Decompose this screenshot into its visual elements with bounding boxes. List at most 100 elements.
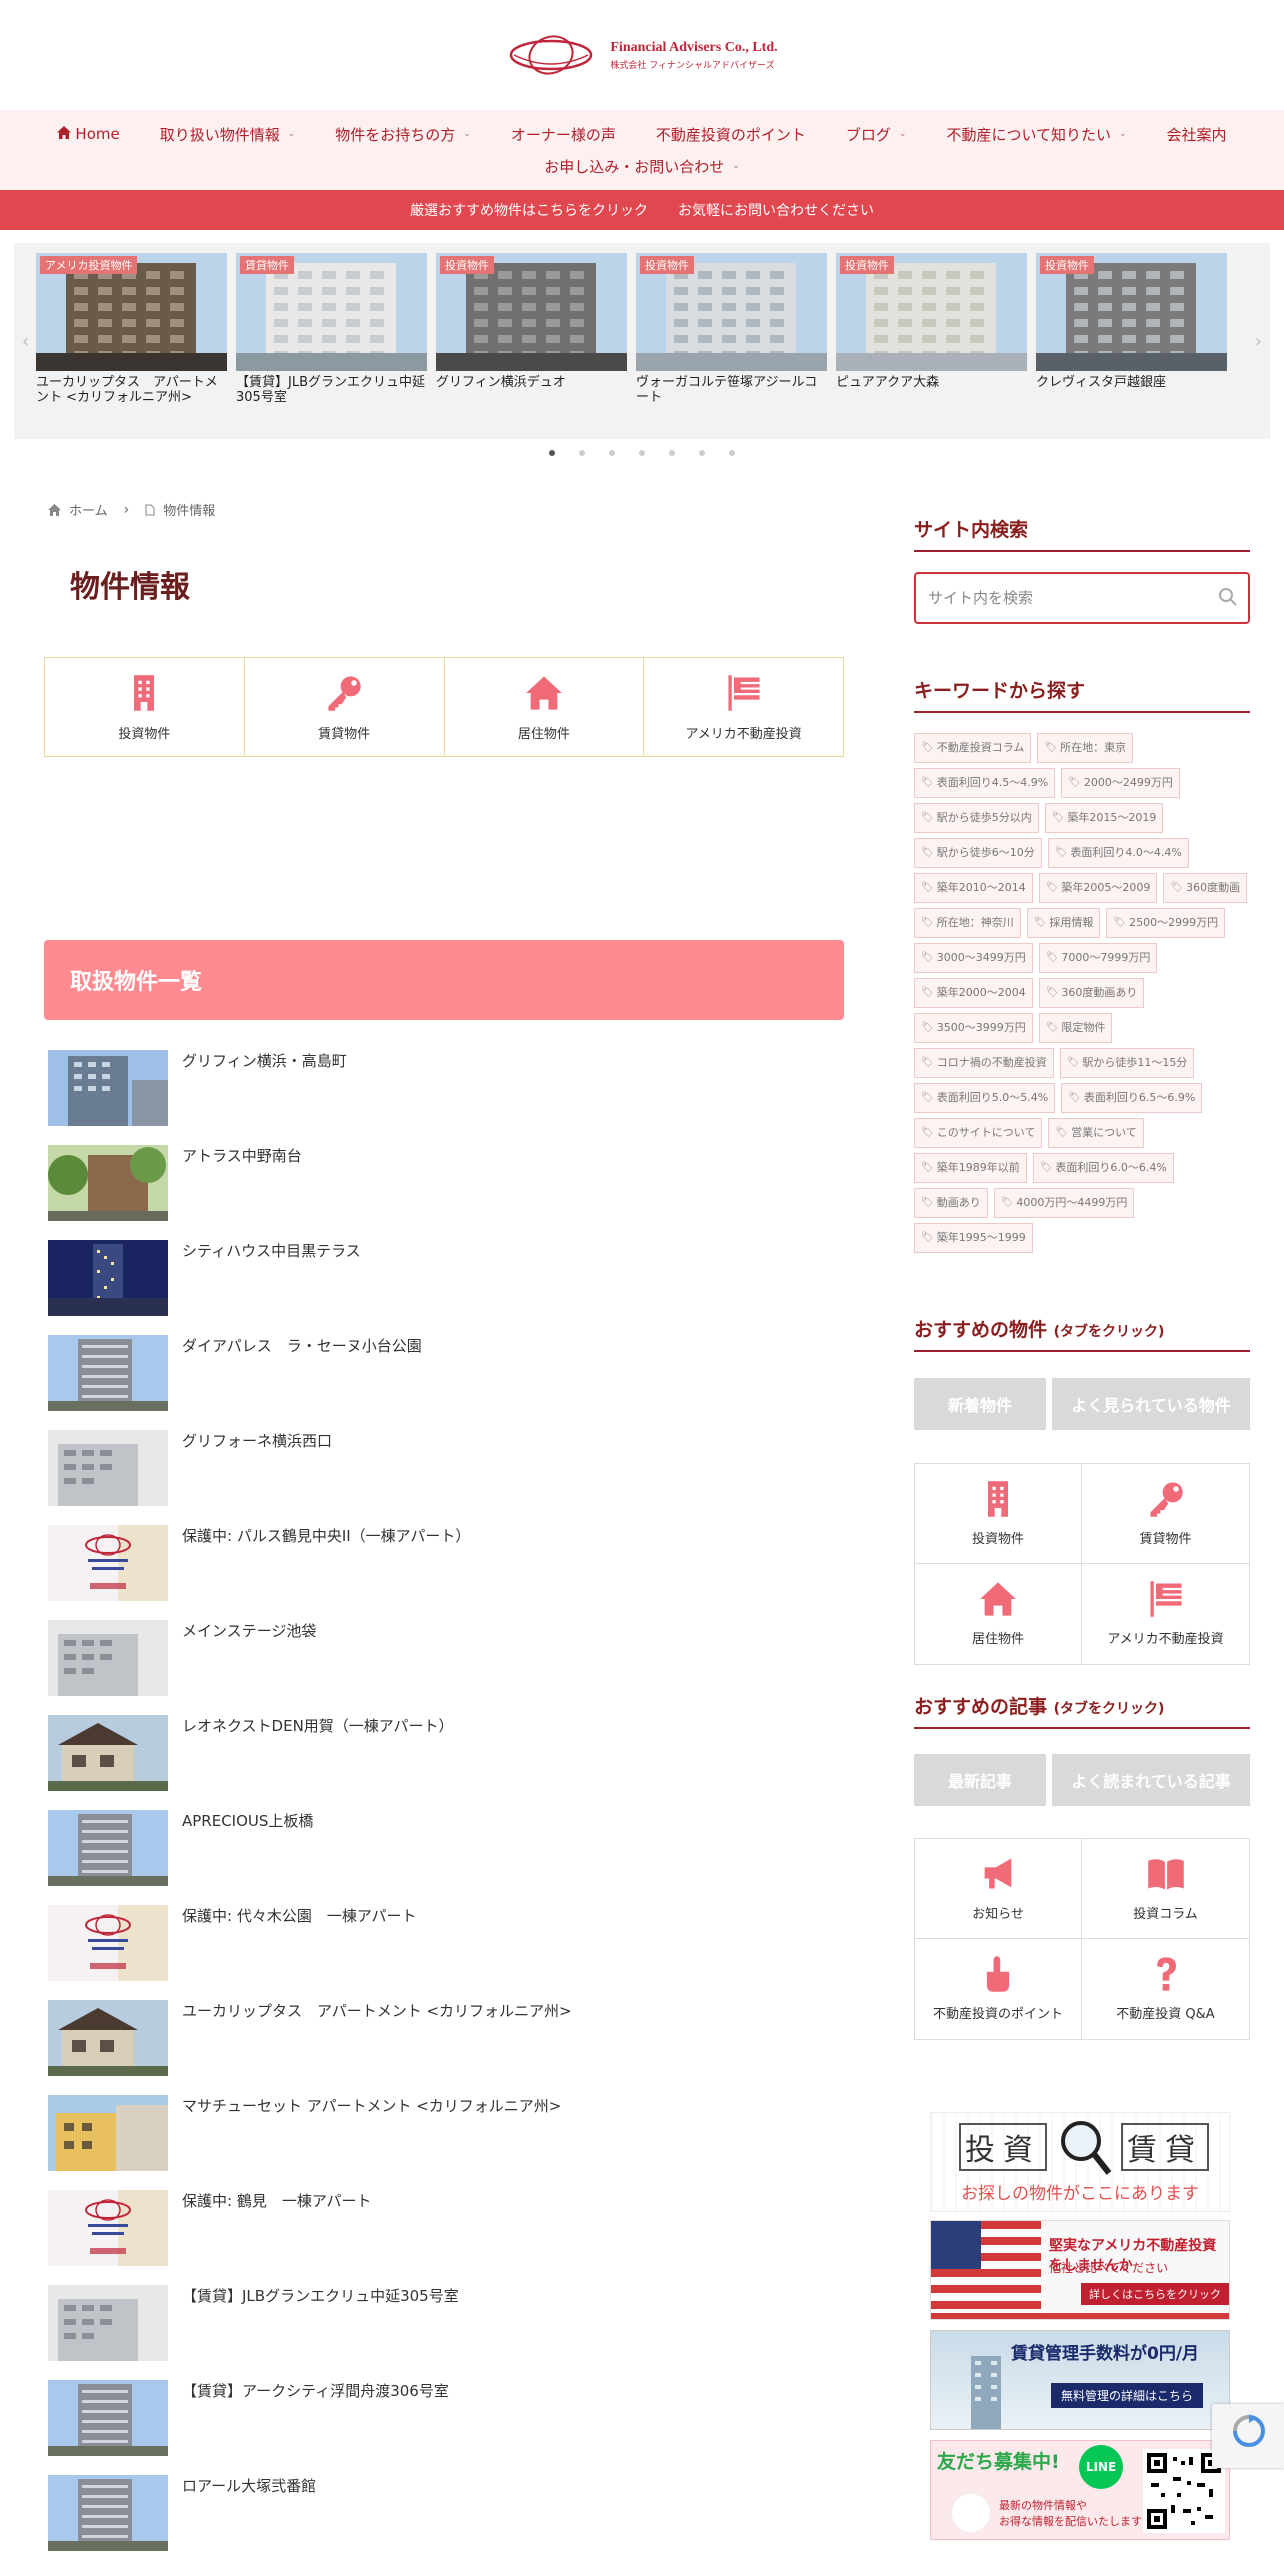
- breadcrumb-home[interactable]: ホーム: [69, 500, 108, 519]
- carousel-item[interactable]: 賃貸物件 【賃貸】JLBグランエクリュ中延305号室: [236, 253, 427, 405]
- grid-link[interactable]: 投資物件: [915, 1464, 1082, 1564]
- property-row[interactable]: アトラス中野南台: [48, 1145, 848, 1240]
- property-name[interactable]: グリフォーネ横浜西口: [182, 1430, 332, 1451]
- keyword-tag[interactable]: 🏷 不動産投資コラム: [914, 733, 1032, 763]
- keyword-tag[interactable]: 🏷 表面利回り6.0～6.4%: [1032, 1153, 1174, 1183]
- property-name[interactable]: アトラス中野南台: [182, 1145, 302, 1166]
- grid-link[interactable]: 投資コラム: [1082, 1839, 1249, 1939]
- tab[interactable]: よく見られている物件: [1052, 1378, 1250, 1430]
- property-row[interactable]: ロアール大塚弐番館: [48, 2475, 848, 2568]
- carousel-dot[interactable]: [639, 450, 645, 456]
- property-row[interactable]: 【賃貸】アークシティ浮間舟渡306号室: [48, 2380, 848, 2475]
- carousel-item-title[interactable]: ピュアアクア大森: [836, 375, 1027, 390]
- property-name[interactable]: 保護中: 鶴見 一棟アパート: [182, 2190, 372, 2211]
- grid-link[interactable]: 不動産投資のポイント: [915, 1939, 1082, 2039]
- property-row[interactable]: メインステージ池袋: [48, 1620, 848, 1715]
- carousel-item[interactable]: 投資物件 ピュアアクア大森: [836, 253, 1027, 390]
- carousel-dot[interactable]: [729, 450, 735, 456]
- carousel-dot[interactable]: [699, 450, 705, 456]
- property-row[interactable]: 保護中: 代々木公園 一棟アパート: [48, 1905, 848, 2000]
- property-thumbnail[interactable]: [48, 1050, 168, 1126]
- property-row[interactable]: 【賃貸】JLBグランエクリュ中延305号室: [48, 2285, 848, 2380]
- carousel-item-image[interactable]: 投資物件: [436, 253, 627, 371]
- carousel-item[interactable]: 投資物件クレヴィスタ戸越銀座: [1036, 253, 1227, 390]
- search-input[interactable]: [928, 589, 1208, 607]
- keyword-tag[interactable]: 🏷 7000～7999万円: [1038, 943, 1158, 973]
- banner-invest-rent[interactable]: 投資 賃貸 お探しの物件がここにあります: [930, 2112, 1230, 2212]
- keyword-tag[interactable]: 🏷 表面利回り4.5～4.9%: [914, 768, 1056, 798]
- notice-link-recommended[interactable]: 厳選おすすめ物件はこちらをクリック: [410, 200, 648, 220]
- property-name[interactable]: メインステージ池袋: [182, 1620, 316, 1641]
- keyword-tag[interactable]: 🏷 2000～2499万円: [1061, 768, 1180, 798]
- search-icon[interactable]: [1218, 587, 1238, 607]
- carousel-dot[interactable]: [579, 450, 585, 456]
- property-row[interactable]: レオネクストDEN用賀（一棟アパート）: [48, 1715, 848, 1810]
- grid-link[interactable]: 不動産投資 Q&A: [1082, 1939, 1249, 2039]
- banner-free-management[interactable]: 賃貸管理手数料が0円/月 無料管理の詳細はこちら: [930, 2330, 1230, 2430]
- grid-link[interactable]: 居住物件: [915, 1564, 1082, 1664]
- property-name[interactable]: ダイアパレス ラ・セーヌ小台公園: [182, 1335, 422, 1356]
- property-thumbnail[interactable]: [48, 1335, 168, 1411]
- category-0[interactable]: 投資物件: [45, 658, 245, 756]
- property-thumbnail[interactable]: [48, 2095, 168, 2171]
- property-thumbnail[interactable]: [48, 1905, 168, 1981]
- property-name[interactable]: マサチューセット アパートメント <カリフォルニア州>: [182, 2095, 561, 2116]
- tab[interactable]: 最新記事: [914, 1754, 1046, 1806]
- tab[interactable]: 新着物件: [914, 1378, 1046, 1430]
- property-row[interactable]: ユーカリップタス アパートメント <カリフォルニア州>: [48, 2000, 848, 2095]
- grid-link[interactable]: お知らせ: [915, 1839, 1082, 1939]
- property-name[interactable]: ロアール大塚弐番館: [182, 2475, 316, 2496]
- carousel-item-image[interactable]: 投資物件: [636, 253, 827, 371]
- banner-us-investment[interactable]: 堅実なアメリカ不動産投資をしませんか 他社と比べてください 詳しくはこちらをクリ…: [930, 2220, 1230, 2320]
- keyword-tag[interactable]: 🏷 駅から徒歩5分以内: [914, 803, 1039, 833]
- keyword-tag[interactable]: 🏷 360度動画: [1163, 873, 1248, 903]
- keyword-tag[interactable]: 🏷 所在地：神奈川: [914, 908, 1021, 938]
- nav-item-row1-4[interactable]: 不動産投資のポイント: [656, 124, 806, 145]
- property-thumbnail[interactable]: [48, 2190, 168, 2266]
- grid-link[interactable]: 賃貸物件: [1082, 1464, 1249, 1564]
- property-thumbnail[interactable]: [48, 1715, 168, 1791]
- keyword-tag[interactable]: 🏷 駅から徒歩11～15分: [1059, 1048, 1195, 1078]
- nav-item-row1-0[interactable]: Home: [57, 125, 120, 143]
- carousel-dot[interactable]: [549, 450, 555, 456]
- property-name[interactable]: シティハウス中目黒テラス: [182, 1240, 361, 1261]
- keyword-tag[interactable]: 🏷 築年2015～2019: [1044, 803, 1164, 833]
- category-2[interactable]: 居住物件: [445, 658, 645, 756]
- property-row[interactable]: APRECIOUS上板橋: [48, 1810, 848, 1905]
- property-name[interactable]: 【賃貸】JLBグランエクリュ中延305号室: [182, 2285, 459, 2306]
- property-thumbnail[interactable]: [48, 2285, 168, 2361]
- property-name[interactable]: グリフィン横浜・高島町: [182, 1050, 347, 1071]
- category-3[interactable]: アメリカ不動産投資: [644, 658, 843, 756]
- carousel-next-icon[interactable]: ›: [1255, 331, 1262, 352]
- keyword-tag[interactable]: 🏷 表面利回り5.0～5.4%: [914, 1083, 1056, 1113]
- grid-link[interactable]: アメリカ不動産投資: [1082, 1564, 1249, 1664]
- keyword-tag[interactable]: 🏷 3500～3999万円: [914, 1013, 1033, 1043]
- carousel-item-image[interactable]: 投資物件: [1036, 253, 1227, 371]
- carousel-item-title[interactable]: クレヴィスタ戸越銀座: [1036, 375, 1227, 390]
- property-row[interactable]: ダイアパレス ラ・セーヌ小台公園: [48, 1335, 848, 1430]
- keyword-tag[interactable]: 🏷 営業について: [1048, 1118, 1144, 1148]
- nav-item-row1-1[interactable]: 取り扱い物件情報 ⌄: [160, 124, 296, 145]
- property-row[interactable]: グリフィン横浜・高島町: [48, 1050, 848, 1145]
- category-1[interactable]: 賃貸物件: [245, 658, 445, 756]
- keyword-tag[interactable]: 🏷 築年1989年以前: [914, 1153, 1027, 1183]
- nav-item-row1-5[interactable]: ブログ ⌄: [846, 124, 907, 145]
- tab[interactable]: よく読まれている記事: [1052, 1754, 1250, 1806]
- keyword-tag[interactable]: 🏷 築年2005～2009: [1038, 873, 1158, 903]
- carousel-item[interactable]: 投資物件 グリフィン横浜デュオ: [436, 253, 627, 390]
- banner-line-friends[interactable]: 友だち募集中! LINE 最新の物件情報や お得な情報を配信いたします: [930, 2440, 1230, 2540]
- property-thumbnail[interactable]: [48, 1145, 168, 1221]
- carousel-item-image[interactable]: アメリカ投資物件: [36, 253, 227, 371]
- property-thumbnail[interactable]: [48, 1620, 168, 1696]
- nav-item-row1-7[interactable]: 会社案内: [1167, 124, 1227, 145]
- property-thumbnail[interactable]: [48, 1525, 168, 1601]
- nav-item-row1-3[interactable]: オーナー様の声: [511, 124, 616, 145]
- property-thumbnail[interactable]: [48, 1810, 168, 1886]
- carousel-prev-icon[interactable]: ‹: [22, 331, 29, 352]
- recaptcha-badge[interactable]: [1212, 2404, 1284, 2468]
- carousel-item-title[interactable]: 【賃貸】JLBグランエクリュ中延305号室: [236, 375, 427, 405]
- keyword-tag[interactable]: 🏷 駅から徒歩6～10分: [914, 838, 1042, 868]
- property-row[interactable]: シティハウス中目黒テラス: [48, 1240, 848, 1335]
- property-thumbnail[interactable]: [48, 2000, 168, 2076]
- property-name[interactable]: ユーカリップタス アパートメント <カリフォルニア州>: [182, 2000, 572, 2021]
